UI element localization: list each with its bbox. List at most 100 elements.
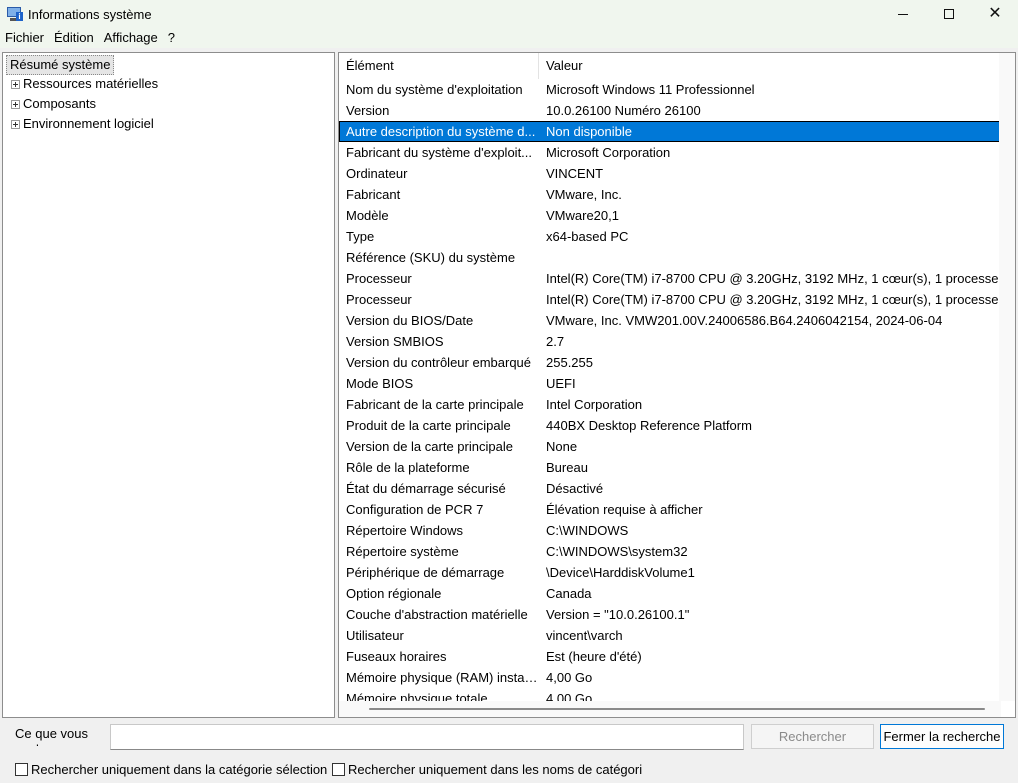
- row-value: VMware20,1: [546, 208, 619, 223]
- row-item: Type: [346, 229, 375, 244]
- close-search-button[interactable]: Fermer la recherche: [880, 724, 1004, 749]
- checkbox-label: Rechercher uniquement dans les noms de c…: [348, 762, 643, 777]
- row-item: Mode BIOS: [346, 376, 414, 391]
- row-value: Non disponible: [546, 124, 633, 139]
- maximize-icon: [944, 9, 954, 19]
- table-row[interactable]: Autre description du système d... Non dis…: [339, 121, 1001, 142]
- row-value: VMware, Inc.: [546, 187, 622, 202]
- checkbox-label: Rechercher uniquement dans la catégorie …: [31, 762, 328, 777]
- expand-icon[interactable]: [11, 79, 20, 89]
- table-row[interactable]: Ordinateur VINCENT: [339, 163, 1001, 184]
- table-row[interactable]: État du démarrage sécurisé Désactivé: [339, 478, 1001, 499]
- search-input[interactable]: [110, 724, 744, 750]
- table-row[interactable]: Couche d'abstraction matérielle Version =…: [339, 604, 1001, 625]
- row-item: Version: [346, 103, 390, 118]
- row-value: 10.0.26100 Numéro 26100: [546, 103, 701, 118]
- menu-edit[interactable]: Édition: [49, 28, 99, 48]
- table-row[interactable]: Répertoire Windows C:\WINDOWS: [339, 520, 1001, 541]
- row-item: Périphérique de démarrage: [346, 565, 505, 580]
- maximize-button[interactable]: [926, 0, 972, 28]
- menu-bar: Fichier Édition Affichage ?: [0, 28, 1018, 48]
- row-value: 4,00 Go: [546, 691, 593, 701]
- table-row[interactable]: Version du contrôleur embarqué 255.255: [339, 352, 1001, 373]
- row-value: \Device\HarddiskVolume1: [546, 565, 695, 580]
- table-row[interactable]: Fabricant du système d'exploit... Microso…: [339, 142, 1001, 163]
- row-item: Fabricant de la carte principale: [346, 397, 524, 412]
- table-row[interactable]: Version SMBIOS 2.7: [339, 331, 1001, 352]
- table-row[interactable]: Nom du système d'exploitation Microsoft W…: [339, 79, 1001, 100]
- close-button[interactable]: ✕: [972, 0, 1018, 28]
- row-item: Mémoire physique (RAM) instal...: [346, 670, 538, 685]
- minimize-icon: [898, 13, 908, 15]
- table-row[interactable]: Répertoire système C:\WINDOWS\system32: [339, 541, 1001, 562]
- table-row[interactable]: Mémoire physique (RAM) instal... 4,00 Go: [339, 667, 1001, 688]
- table-row[interactable]: Configuration de PCR 7 Élévation requise …: [339, 499, 1001, 520]
- horizontal-scrollbar[interactable]: [339, 701, 1001, 717]
- row-item: Version du BIOS/Date: [346, 313, 474, 328]
- table-row[interactable]: Mode BIOS UEFI: [339, 373, 1001, 394]
- table-row[interactable]: Produit de la carte principale 440BX Desk…: [339, 415, 1001, 436]
- row-value: VMware, Inc. VMW201.00V.24006586.B64.240…: [546, 313, 943, 328]
- tree-item-label: Environnement logiciel: [23, 116, 154, 131]
- tree-item-system-summary[interactable]: Résumé système: [6, 55, 115, 75]
- row-item: Produit de la carte principale: [346, 418, 511, 433]
- table-row[interactable]: Fuseaux horaires Est (heure d'été): [339, 646, 1001, 667]
- row-value: Microsoft Windows 11 Professionnel: [546, 82, 755, 97]
- table-row[interactable]: Fabricant de la carte principale Intel Co…: [339, 394, 1001, 415]
- row-value: UEFI: [546, 376, 576, 391]
- row-value: Intel(R) Core(TM) i7-8700 CPU @ 3.20GHz,…: [546, 271, 1001, 286]
- search-button[interactable]: Rechercher: [751, 724, 874, 749]
- menu-view[interactable]: Affichage: [99, 28, 163, 48]
- menu-help[interactable]: ?: [163, 28, 180, 48]
- search-category-names-option[interactable]: Rechercher uniquement dans les noms de c…: [332, 762, 642, 777]
- details-list: Élément Valeur Nom du système d'exploita…: [338, 52, 1016, 718]
- expand-icon[interactable]: [11, 99, 20, 109]
- expand-icon[interactable]: [11, 119, 20, 129]
- row-item: Processeur: [346, 292, 412, 307]
- table-row[interactable]: Type x64-based PC: [339, 226, 1001, 247]
- menu-file[interactable]: Fichier: [0, 28, 49, 48]
- vertical-scrollbar[interactable]: [999, 53, 1015, 701]
- table-row[interactable]: Périphérique de démarrage \Device\Harddis…: [339, 562, 1001, 583]
- table-row[interactable]: Rôle de la plateforme Bureau: [339, 457, 1001, 478]
- table-row[interactable]: Version 10.0.26100 Numéro 26100: [339, 100, 1001, 121]
- tree-item-software-environment[interactable]: Environnement logiciel: [11, 116, 154, 132]
- tree-item-label: Ressources matérielles: [23, 76, 159, 91]
- row-item: Processeur: [346, 271, 412, 286]
- table-row[interactable]: Référence (SKU) du système: [339, 247, 1001, 268]
- table-row[interactable]: Mémoire physique totale 4,00 Go: [339, 688, 1001, 701]
- table-row[interactable]: Modèle VMware20,1: [339, 205, 1001, 226]
- table-row[interactable]: Processeur Intel(R) Core(TM) i7-8700 CPU …: [339, 268, 1001, 289]
- row-value: 255.255: [546, 355, 593, 370]
- column-header-value[interactable]: Valeur: [539, 53, 1001, 79]
- scrollbar-thumb[interactable]: [369, 708, 985, 710]
- table-row[interactable]: Option régionale Canada: [339, 583, 1001, 604]
- table-row[interactable]: Processeur Intel(R) Core(TM) i7-8700 CPU …: [339, 289, 1001, 310]
- row-value: Élévation requise à afficher: [546, 502, 703, 517]
- checkbox[interactable]: [15, 763, 28, 776]
- row-item: Version de la carte principale: [346, 439, 513, 454]
- row-item: Rôle de la plateforme: [346, 460, 470, 475]
- table-row[interactable]: Fabricant VMware, Inc.: [339, 184, 1001, 205]
- tree-item-components[interactable]: Composants: [11, 96, 96, 112]
- row-value: Intel Corporation: [546, 397, 643, 412]
- row-value: vincent\varch: [546, 628, 623, 643]
- row-value: Version = "10.0.26100.1": [546, 607, 690, 622]
- row-item: Configuration de PCR 7: [346, 502, 484, 517]
- row-item: Répertoire Windows: [346, 523, 464, 538]
- table-row[interactable]: Version de la carte principale None: [339, 436, 1001, 457]
- row-item: Fabricant: [346, 187, 401, 202]
- search-selected-category-option[interactable]: Rechercher uniquement dans la catégorie …: [15, 762, 327, 777]
- row-value: VINCENT: [546, 166, 604, 181]
- row-value: Canada: [546, 586, 592, 601]
- row-value: C:\WINDOWS: [546, 523, 629, 538]
- column-header-item[interactable]: Élément: [339, 53, 539, 79]
- table-row[interactable]: Version du BIOS/Date VMware, Inc. VMW201.…: [339, 310, 1001, 331]
- row-value: Microsoft Corporation: [546, 145, 671, 160]
- row-value: C:\WINDOWS\system32: [546, 544, 688, 559]
- checkbox[interactable]: [332, 763, 345, 776]
- minimize-button[interactable]: [880, 0, 926, 28]
- row-item: Autre description du système d...: [346, 124, 536, 139]
- table-row[interactable]: Utilisateur vincent\varch: [339, 625, 1001, 646]
- tree-item-hardware-resources[interactable]: Ressources matérielles: [11, 76, 158, 92]
